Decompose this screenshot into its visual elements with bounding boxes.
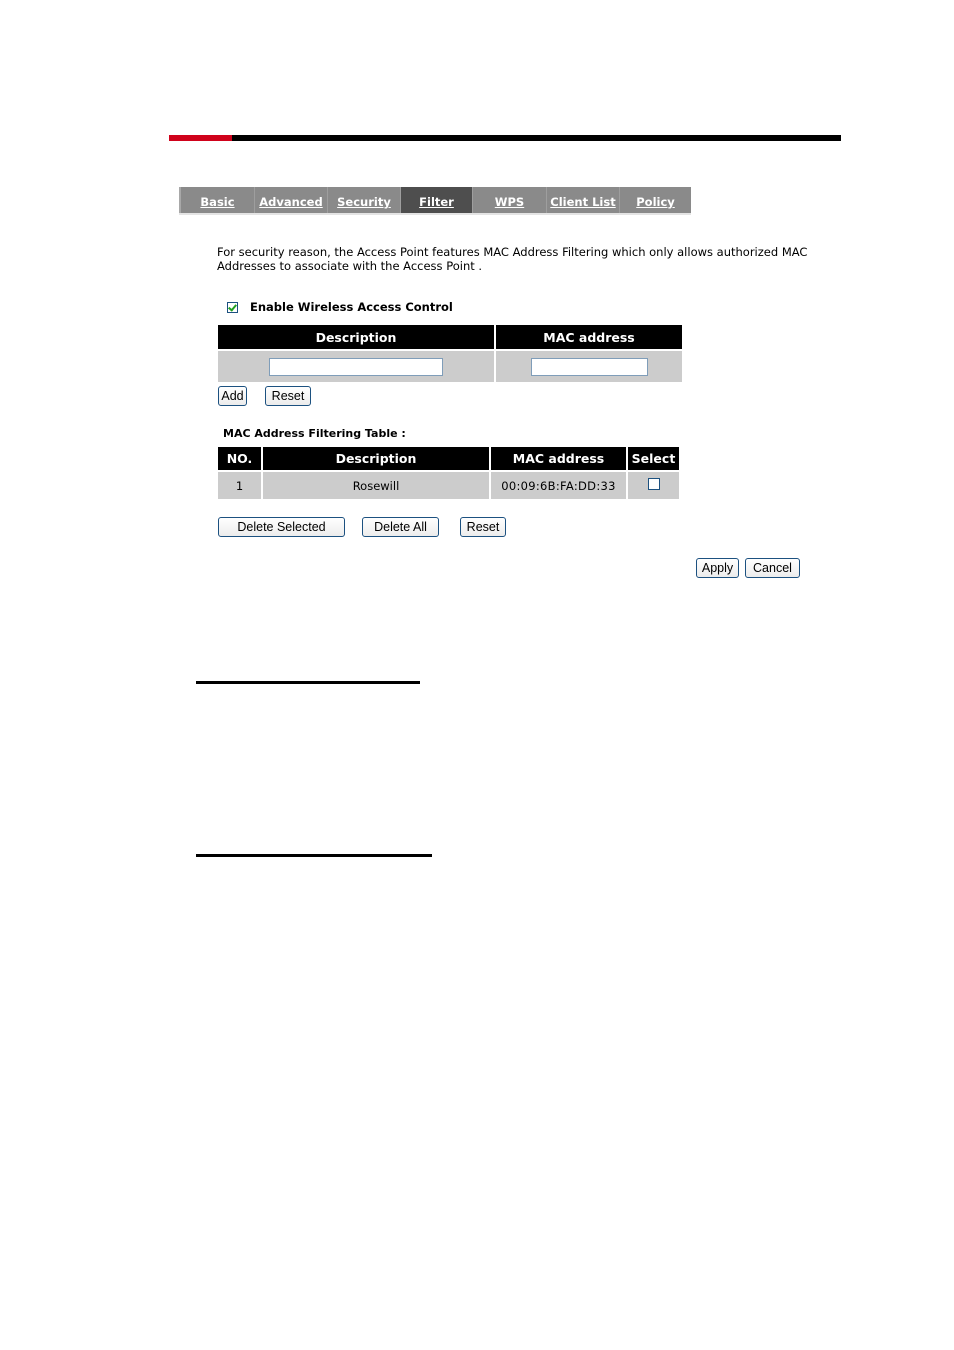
- add-mac-header: MAC address: [496, 325, 682, 349]
- table-row: 1 Rosewill 00:09:6B:FA:DD:33: [218, 472, 679, 499]
- row-mac-address: 00:09:6B:FA:DD:33: [491, 472, 626, 499]
- add-description-cell: [218, 351, 494, 382]
- delete-selected-button[interactable]: Delete Selected: [218, 517, 345, 537]
- tab-client-list[interactable]: Client List: [546, 187, 619, 213]
- enable-access-control-checkbox[interactable]: [227, 301, 238, 313]
- description-input[interactable]: [269, 357, 443, 376]
- filter-table-title: MAC Address Filtering Table :: [223, 427, 406, 440]
- add-description-header: Description: [218, 325, 494, 349]
- add-mac-cell: [496, 351, 682, 382]
- row-select-checkbox[interactable]: [647, 478, 660, 490]
- mac-filter-table: NO. Description MAC address Select 1 Ros…: [216, 445, 681, 501]
- section-rule-1: [196, 681, 420, 684]
- col-description-header: Description: [263, 447, 489, 470]
- add-button[interactable]: Add: [218, 386, 247, 406]
- header-rule-accent: [169, 135, 232, 141]
- enable-access-control-label: Enable Wireless Access Control: [250, 300, 453, 314]
- table-reset-button[interactable]: Reset: [460, 517, 506, 537]
- tab-bar: Basic Advanced Security Filter WPS Clien…: [179, 187, 691, 213]
- tab-policy[interactable]: Policy: [619, 187, 691, 213]
- col-mac-header: MAC address: [491, 447, 626, 470]
- add-reset-button[interactable]: Reset: [265, 386, 311, 406]
- tab-wps[interactable]: WPS: [472, 187, 546, 213]
- delete-all-button[interactable]: Delete All: [362, 517, 439, 537]
- intro-text: For security reason, the Access Point fe…: [217, 245, 808, 273]
- section-rule-2: [196, 854, 432, 857]
- tab-basic[interactable]: Basic: [179, 187, 254, 213]
- cancel-button[interactable]: Cancel: [745, 558, 800, 578]
- enable-access-control-row: Enable Wireless Access Control: [227, 300, 453, 314]
- apply-button[interactable]: Apply: [696, 558, 739, 578]
- tab-security[interactable]: Security: [327, 187, 400, 213]
- col-no-header: NO.: [218, 447, 261, 470]
- row-no: 1: [218, 472, 261, 499]
- add-entry-table: Description MAC address: [216, 323, 684, 384]
- header-rule: [169, 135, 841, 141]
- row-description: Rosewill: [263, 472, 489, 499]
- row-select-cell: [628, 472, 679, 499]
- tab-filter[interactable]: Filter: [400, 187, 472, 213]
- col-select-header: Select: [628, 447, 679, 470]
- mac-address-input[interactable]: [530, 357, 648, 376]
- tab-advanced[interactable]: Advanced: [254, 187, 327, 213]
